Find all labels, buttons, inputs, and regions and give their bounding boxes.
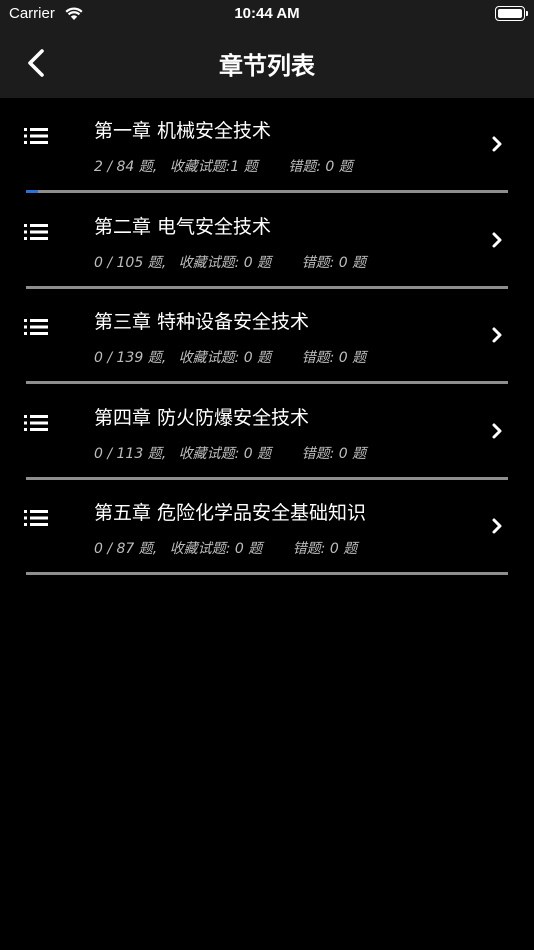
chapter-title: 第二章 电气安全技术 [94,215,272,238]
navigation-bar: 章节列表 [0,28,534,98]
list-icon [24,510,48,526]
chapter-progress-count: 2 / 84 题, [94,159,158,175]
chapter-row-4[interactable]: 第四章 防火防爆安全技术 0 / 113 题, 收藏试题: 0 题 错题: 0 … [0,385,534,481]
status-time: 10:44 AM [234,5,300,22]
chevron-right-icon [492,518,502,534]
chapter-progress-count: 0 / 113 题, [94,445,167,462]
chapter-favorites-count: 收藏试题:1 题 [169,159,258,175]
list-icon [24,223,48,240]
chapter-list: 第一章 机械安全技术 2 / 84 题, 收藏试题:1 题 错题: 0 题 第二… [0,98,534,576]
chapter-row-3[interactable]: 第三章 特种设备安全技术 0 / 139 题, 收藏试题: 0 题 错题: 0 … [0,289,534,385]
chapter-favorites-count: 收藏试题: 0 题 [178,445,272,462]
chapter-stats: 0 / 113 题, 收藏试题: 0 题 错题: 0 题 [94,443,366,463]
chapter-progress-count: 0 / 87 题, [94,541,158,557]
chevron-right-icon [492,423,502,438]
page-title: 章节列表 [219,52,315,80]
chapter-row-2[interactable]: 第二章 电气安全技术 0 / 105 题, 收藏试题: 0 题 错题: 0 题 [0,194,534,290]
chapter-title: 第四章 防火防爆安全技术 [94,406,310,429]
chapter-errors-count: 错题: 0 题 [288,159,353,175]
list-icon [24,319,48,335]
chapter-progress-count: 0 / 139 题, [94,350,167,366]
chapter-stats: 0 / 139 题, 收藏试题: 0 题 错题: 0 题 [94,347,366,367]
chapter-stats: 2 / 84 题, 收藏试题:1 题 错题: 0 题 [94,156,353,176]
chapter-stats: 0 / 105 题, 收藏试题: 0 题 错题: 0 题 [94,252,366,272]
chevron-right-icon [492,136,502,152]
chapter-title: 第五章 危险化学品安全基础知识 [94,502,367,524]
chapter-errors-count: 错题: 0 题 [301,445,367,462]
chapter-stats: 0 / 87 题, 收藏试题: 0 题 错题: 0 题 [94,538,357,558]
chapter-title: 第三章 特种设备安全技术 [94,311,310,333]
chevron-right-icon [492,232,502,247]
battery-icon [495,6,528,21]
chapter-row-1[interactable]: 第一章 机械安全技术 2 / 84 题, 收藏试题:1 题 错题: 0 题 [0,98,534,194]
chapter-errors-count: 错题: 0 题 [301,350,367,366]
chapter-favorites-count: 收藏试题: 0 题 [178,254,272,271]
chapter-progress-count: 0 / 105 题, [94,254,167,271]
list-icon [24,414,48,431]
status-bar: Carrier 10:44 AM [0,0,534,28]
chapter-errors-count: 错题: 0 题 [292,541,358,557]
list-icon [24,128,48,144]
chevron-right-icon [492,327,502,343]
chapter-title: 第一章 机械安全技术 [94,120,272,142]
chapter-errors-count: 错题: 0 题 [301,254,367,271]
chapter-progress-bar [26,572,508,575]
chapter-favorites-count: 收藏试题: 0 题 [169,541,263,557]
chapter-row-5[interactable]: 第五章 危险化学品安全基础知识 0 / 87 题, 收藏试题: 0 题 错题: … [0,480,534,576]
chapter-favorites-count: 收藏试题: 0 题 [178,350,272,366]
